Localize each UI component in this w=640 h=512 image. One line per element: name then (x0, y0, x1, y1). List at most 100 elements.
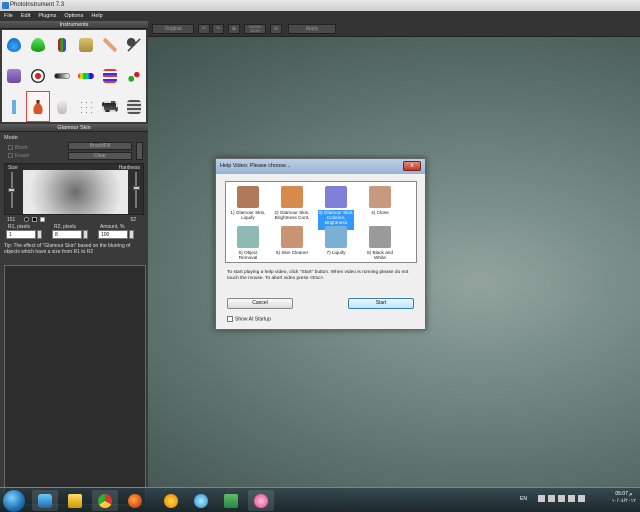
dialog-title: Help Video: Please choose... (216, 159, 425, 174)
eraser-checkbox[interactable]: Eraser (8, 153, 30, 159)
size-slider-knob[interactable] (8, 188, 15, 192)
brush-fill-button[interactable]: Brush/Fill (68, 142, 132, 150)
firefox-app[interactable] (122, 490, 148, 511)
amount-input[interactable]: 100 (98, 230, 128, 239)
app-pink[interactable] (248, 490, 274, 511)
clear-button[interactable]: Clear (68, 152, 132, 160)
tool-stamp[interactable] (74, 30, 98, 61)
pin-icon (127, 38, 141, 53)
menu-plugins[interactable]: Plugins (38, 11, 56, 21)
amount-spinner[interactable] (129, 230, 134, 239)
menu-options[interactable]: Options (64, 11, 83, 21)
video-item[interactable]: 2) Glamour Skin, Brightness Cont. (274, 186, 310, 220)
video-item-selected[interactable]: 3) Glamour Skin, Colorize, Brightness Co… (318, 186, 354, 230)
tool-layers[interactable] (122, 91, 146, 122)
white-color-swatch[interactable] (40, 217, 45, 222)
left-panel: Instruments Glamour Skin Mode Blush Eras… (0, 21, 148, 505)
tool-pin[interactable] (122, 30, 146, 61)
clock[interactable]: 05:07 م ١٠/٠٤/٢٠١٢ (612, 491, 636, 505)
tool-glamour-skin[interactable] (26, 91, 50, 122)
black-color-swatch[interactable] (24, 217, 29, 222)
tip-text: Tip: The effect of "Glamour Skin" based … (4, 243, 131, 255)
undo-icon[interactable]: ↶ (198, 24, 210, 34)
layers-icon (127, 99, 141, 114)
hardness-slider-knob[interactable] (133, 186, 140, 190)
window-title: PhotoInstrument 7.3 (10, 2, 65, 8)
start-button[interactable]: Start (348, 298, 414, 309)
dialog-instructions: To start playing a help video, click "St… (227, 270, 409, 281)
tool-colorize[interactable] (26, 30, 50, 61)
tray-arrow-icon[interactable] (538, 495, 545, 502)
blush-checkbox[interactable]: Blush (8, 145, 28, 151)
tool-color-bars[interactable] (74, 61, 98, 92)
square-swatch[interactable] (32, 217, 37, 222)
show-at-startup-checkbox[interactable]: Show At Startup (227, 316, 271, 322)
help-video-dialog: Help Video: Please choose... x 1) Glamou… (215, 158, 426, 330)
instruments-grid (2, 30, 146, 122)
app-icon (2, 2, 9, 9)
tool-liquify[interactable] (2, 30, 26, 61)
media-player-app[interactable] (32, 490, 58, 511)
network-icon[interactable] (568, 495, 575, 502)
language-indicator[interactable]: EN (520, 496, 527, 502)
tool-brightness[interactable] (50, 30, 74, 61)
pink-app-icon (254, 493, 268, 508)
video-item[interactable]: 7) Liquify (318, 226, 354, 255)
r1-input[interactable]: 1 (6, 230, 36, 239)
zoom-in-icon[interactable]: ⊕ (228, 24, 240, 34)
chrome-app[interactable] (92, 490, 118, 511)
app-blue[interactable] (188, 490, 214, 511)
video-item[interactable]: 8) Black and White (362, 226, 398, 260)
checkbox-box[interactable] (227, 316, 233, 322)
tool-cream[interactable] (50, 91, 74, 122)
hardness-slider-track[interactable] (135, 172, 137, 208)
close-icon[interactable]: x (403, 161, 421, 171)
flag-icon[interactable] (548, 495, 555, 502)
video-thumbnail (369, 226, 391, 248)
tool-gradient[interactable] (50, 61, 74, 92)
r2-input[interactable]: 8 (52, 230, 82, 239)
video-item[interactable]: 6) Skin Cleaner (274, 226, 310, 255)
explorer-app[interactable] (62, 490, 88, 511)
app-orange[interactable] (158, 490, 184, 511)
r1-spinner[interactable] (37, 230, 42, 239)
blue-app-icon (194, 493, 208, 508)
cancel-button[interactable]: Cancel (227, 298, 293, 309)
volume-icon[interactable] (578, 495, 585, 502)
apply-button[interactable]: Apply (288, 24, 336, 34)
firefox-icon (128, 493, 142, 508)
video-item[interactable]: 5) Object Removal (230, 226, 266, 260)
r2-spinner[interactable] (83, 230, 88, 239)
original-button[interactable]: Original (152, 24, 194, 34)
tool-brush-shapes[interactable] (122, 61, 146, 92)
show-at-startup-label: Show At Startup (235, 316, 271, 323)
green-drop-icon (31, 38, 45, 53)
video-item[interactable]: 1) Glamour Skin, Liquify (230, 186, 266, 220)
photoinstrument-app[interactable] (218, 490, 244, 511)
tool-dots[interactable] (74, 91, 98, 122)
zoom-out-icon[interactable]: ⊖ (270, 24, 282, 34)
mode-scrollbar[interactable] (136, 142, 143, 160)
color-bars-icon (78, 72, 94, 79)
start-button-icon[interactable] (3, 490, 25, 512)
tool-lines[interactable] (98, 61, 122, 92)
tool-pencil[interactable] (98, 30, 122, 61)
tool-red-eye[interactable] (26, 61, 50, 92)
menu-help[interactable]: Help (91, 11, 102, 21)
tool-shield[interactable] (2, 61, 26, 92)
video-item[interactable]: 4) Clone (362, 186, 398, 215)
red-eye-icon (31, 68, 45, 83)
battery-icon[interactable] (558, 495, 565, 502)
lines-icon (103, 68, 117, 83)
menu-file[interactable]: File (4, 11, 13, 21)
brushes-icon (58, 38, 66, 53)
brush-shape-preview (23, 170, 128, 214)
redo-icon[interactable]: ↷ (212, 24, 224, 34)
tool-tube[interactable] (2, 91, 26, 122)
menu-edit[interactable]: Edit (21, 11, 30, 21)
tool-film[interactable] (98, 91, 122, 122)
navigator-preview (4, 265, 146, 505)
tube-icon (7, 99, 21, 114)
brush-shapes-icon (127, 68, 141, 83)
zoom-current: 100% (249, 28, 261, 33)
